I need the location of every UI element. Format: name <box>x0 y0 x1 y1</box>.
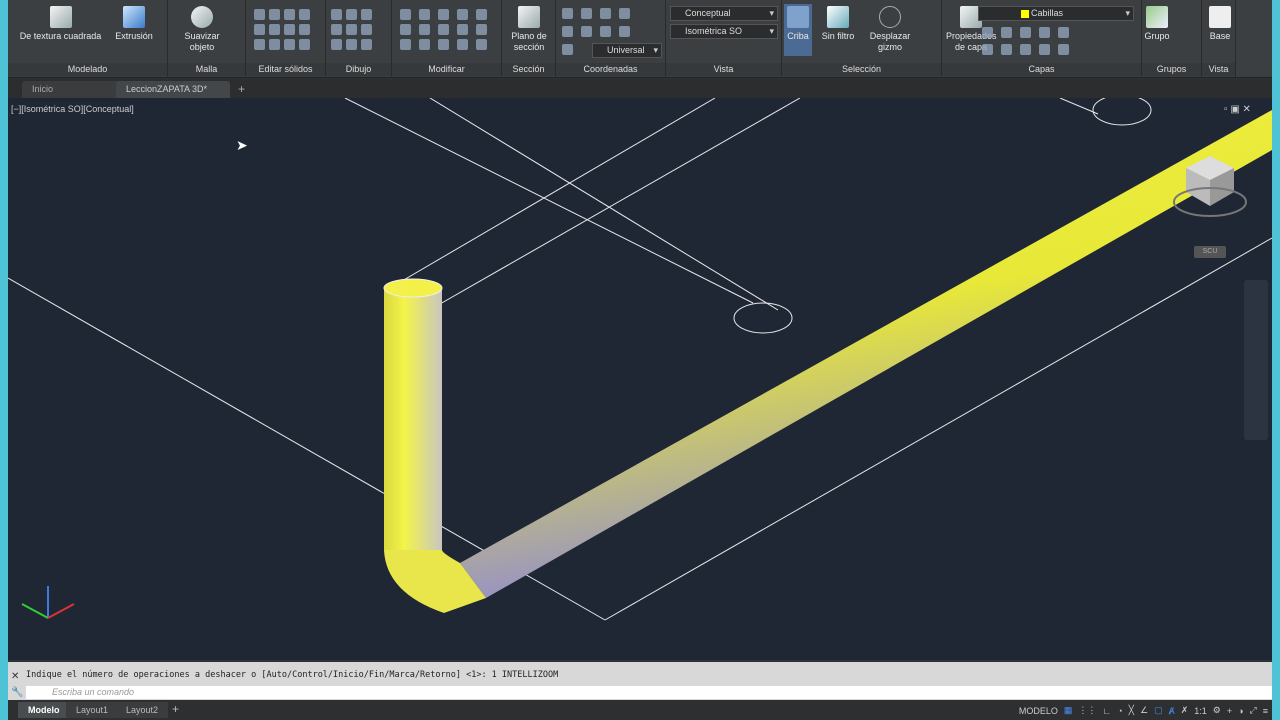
model-geometry <box>8 98 1272 621</box>
tab-layout2[interactable]: Layout2 <box>116 702 169 718</box>
polar-icon[interactable]: ◔ <box>1117 706 1122 716</box>
tab-leccion-zapata[interactable]: LeccionZAPATA 3D* <box>116 81 230 98</box>
ribbon: De textura cuadrada Extrusión Modelado S… <box>8 0 1272 78</box>
wrench-icon[interactable]: 🔧 <box>11 687 23 698</box>
command-history: Indique el número de operaciones a desha… <box>26 670 559 680</box>
layer-color-swatch <box>1021 10 1029 18</box>
filter-label: Sin filtro <box>821 31 855 41</box>
layer-dropdown[interactable]: Cabillas <box>978 6 1134 21</box>
auto-scale-icon[interactable]: ✗ <box>1181 705 1189 716</box>
panel-label[interactable]: Modelado <box>8 63 167 76</box>
panel-label[interactable]: Capas <box>942 63 1141 76</box>
ucs-axis-icon <box>21 586 75 619</box>
navigation-bar[interactable] <box>1244 280 1268 440</box>
group-button[interactable]: Grupo <box>1142 6 1172 42</box>
smooth-label: Suavizar objeto <box>184 31 220 52</box>
command-line: ✕ 🔧 Indique el número de operaciones a d… <box>8 662 1272 700</box>
annotation-visibility-icon[interactable]: Ⱥ <box>1169 706 1175 716</box>
panel-label[interactable]: Malla <box>168 63 245 76</box>
base-label: Base <box>1209 31 1231 41</box>
panel-seccion: Plano de sección Sección <box>502 0 556 78</box>
group-label: Grupo <box>1144 31 1170 41</box>
plus-icon[interactable]: + <box>1227 706 1232 716</box>
fullscreen-icon[interactable]: ⤢ <box>1250 705 1257 716</box>
drawing-viewport[interactable]: [−][Isométrica SO][Conceptual] SCU ▫ ▣ ✕ <box>8 98 1272 660</box>
section-plane-label: Plano de sección <box>511 31 547 52</box>
box-button[interactable]: De textura cuadrada <box>18 6 103 42</box>
panel-modelado: De textura cuadrada Extrusión Modelado <box>8 0 168 78</box>
extrude-label: Extrusión <box>115 31 153 41</box>
viewport-window-controls[interactable]: ▫ ▣ ✕ <box>1224 104 1251 115</box>
tab-modelo[interactable]: Modelo <box>18 702 70 718</box>
ucs-dropdown[interactable]: Universal <box>592 43 662 58</box>
panel-label[interactable]: Sección <box>502 63 555 76</box>
extrude-button[interactable]: Extrusión <box>110 6 158 42</box>
panel-malla: Suavizar objeto Malla <box>168 0 246 78</box>
draw-tools[interactable] <box>331 9 372 50</box>
criba-label: Criba <box>787 31 809 41</box>
panel-dibujo: Dibujo <box>326 0 392 78</box>
status-bar: Modelo Layout1 Layout2 + MODELO ▦ ⋮⋮ ∟ ◔… <box>8 700 1272 720</box>
document-tabs: Inicio LeccionZAPATA 3D* + <box>8 79 1272 98</box>
panel-grupos: Grupo Grupos <box>1142 0 1202 78</box>
gizmo-label: Desplazar gizmo <box>869 31 911 52</box>
view-dropdown[interactable]: Isométrica SO <box>670 24 778 39</box>
panel-vista-base: Base Vista <box>1202 0 1236 78</box>
section-plane-button[interactable]: Plano de sección <box>504 6 554 53</box>
add-layout-button[interactable]: + <box>172 702 179 716</box>
panel-label[interactable]: Grupos <box>1142 63 1201 76</box>
panel-label[interactable]: Dibujo <box>326 63 391 76</box>
box-label: De textura cuadrada <box>19 31 102 41</box>
panel-label[interactable]: Vista <box>1202 63 1235 76</box>
panel-label[interactable]: Editar sólidos <box>246 63 325 76</box>
mouse-cursor: ➤ <box>236 137 248 153</box>
osnap-icon[interactable]: ╳ <box>1129 705 1134 716</box>
smooth-button[interactable]: Suavizar objeto <box>182 6 222 53</box>
autocad-window: De textura cuadrada Extrusión Modelado S… <box>8 0 1272 720</box>
close-icon[interactable]: ✕ <box>11 671 19 682</box>
new-tab-button[interactable]: + <box>238 82 245 96</box>
modify-tools[interactable] <box>400 9 487 50</box>
panel-label[interactable]: Selección <box>782 63 941 76</box>
filter-button[interactable]: Sin filtro <box>818 6 858 42</box>
grid-icon[interactable]: ▦ <box>1064 705 1073 716</box>
solid-edit-tools[interactable] <box>254 9 310 50</box>
dynamic-ucs-icon[interactable]: ∠ <box>1140 705 1148 716</box>
rebar-pipe <box>383 110 1272 613</box>
tab-inicio[interactable]: Inicio <box>22 81 122 98</box>
visual-style-dropdown[interactable]: Conceptual <box>670 6 778 21</box>
viewport-controls-label[interactable]: [−][Isométrica SO][Conceptual] <box>11 104 134 114</box>
selection-cycle-icon[interactable]: ▢ <box>1154 705 1163 716</box>
criba-button[interactable]: Criba <box>784 4 812 56</box>
panel-seleccion: Criba Sin filtro Desplazar gizmo Selecci… <box>782 0 942 78</box>
base-button[interactable]: Base <box>1206 6 1234 42</box>
panel-editar: Editar sólidos <box>246 0 326 78</box>
tab-layout1[interactable]: Layout1 <box>66 702 119 718</box>
gizmo-button[interactable]: Desplazar gizmo <box>866 6 914 53</box>
panel-label[interactable]: Coordenadas <box>556 63 665 76</box>
menu-icon[interactable]: ≡ <box>1263 706 1268 716</box>
annotation-scale[interactable]: 1:1 <box>1194 706 1207 716</box>
panel-modificar: Modificar <box>392 0 502 78</box>
panel-label[interactable]: Modificar <box>392 63 501 76</box>
command-input[interactable]: Escriba un comando <box>26 686 1272 699</box>
gear-icon[interactable]: ⚙ <box>1213 705 1221 716</box>
ucs-menu-button[interactable]: SCU <box>1194 246 1226 258</box>
ortho-icon[interactable]: ∟ <box>1102 706 1111 716</box>
model-space-button[interactable]: MODELO <box>1019 706 1058 716</box>
wireframe-lines <box>8 98 1272 621</box>
layer-name: Cabillas <box>1031 8 1064 18</box>
panel-vista: Conceptual Isométrica SO Vista <box>666 0 782 78</box>
panel-capas: Propiedades de capa Cabillas Capas <box>942 0 1142 78</box>
layer-tools[interactable] <box>982 27 1069 55</box>
panel-label[interactable]: Vista <box>666 63 781 76</box>
snap-icon[interactable]: ⋮⋮ <box>1078 705 1096 716</box>
panel-coordenadas: Universal Coordenadas <box>556 0 666 78</box>
isolate-icon[interactable]: ◑ <box>1238 706 1243 716</box>
